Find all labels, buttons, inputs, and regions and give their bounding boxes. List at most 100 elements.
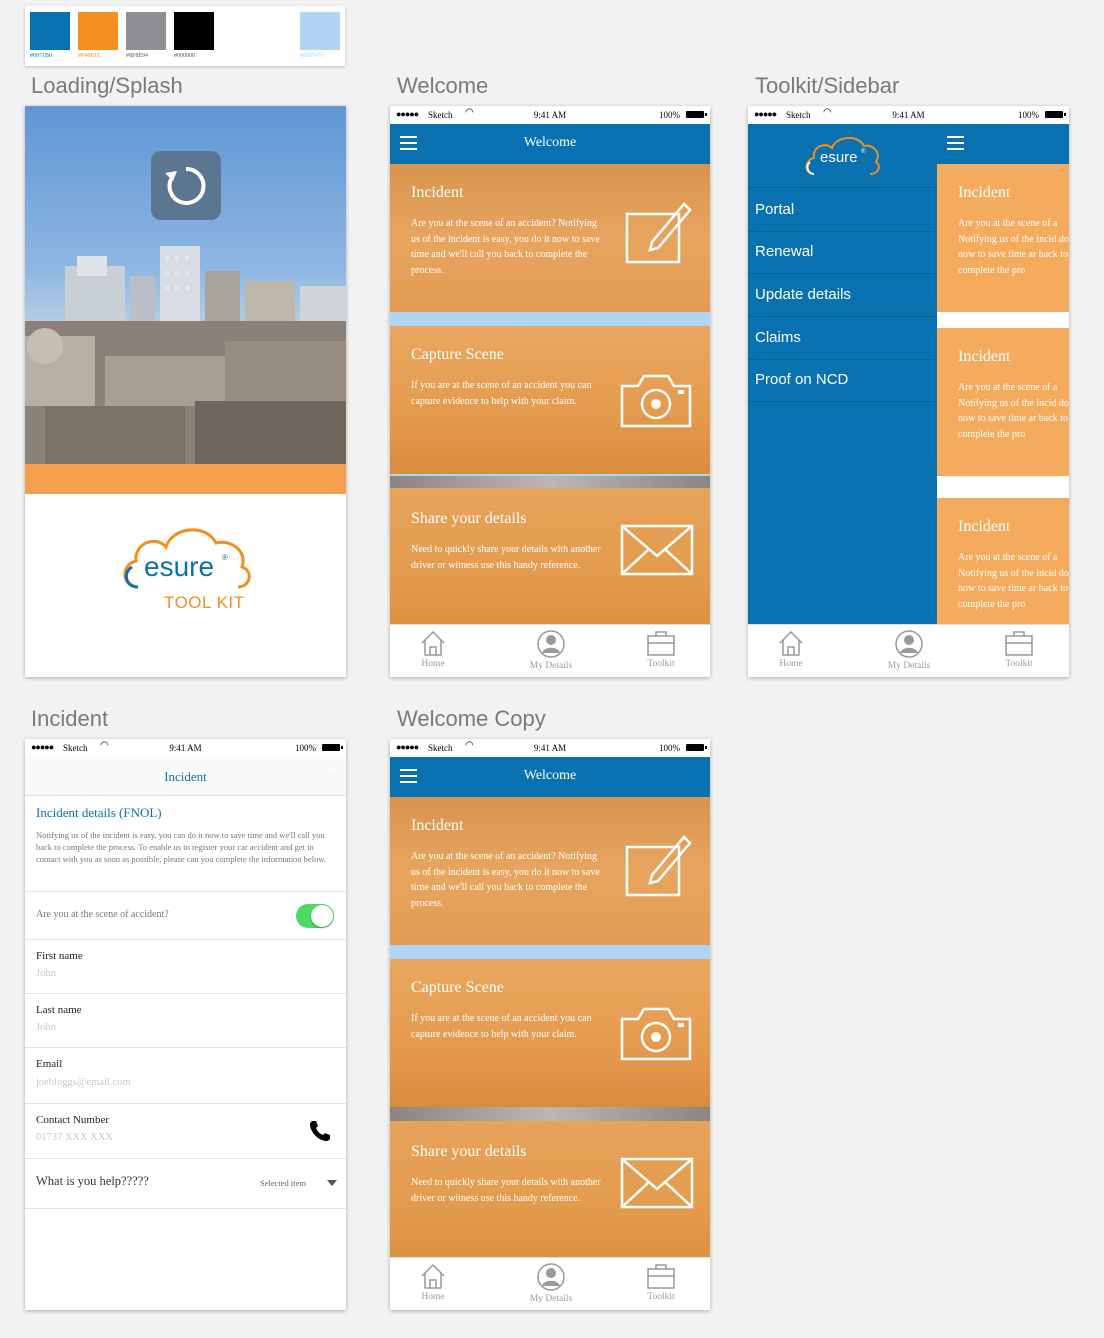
- peek-navbar: [937, 124, 1069, 164]
- swatch-label: #0971B0: [30, 53, 53, 59]
- status-bar: ●●●●● Sketch ◠ 9:41 AM 100%: [390, 106, 710, 124]
- toolkit-icon: [647, 1264, 675, 1289]
- camera-icon: [620, 1007, 692, 1061]
- done-button[interactable]: Done: [316, 769, 340, 781]
- user-icon: [537, 630, 565, 658]
- card-share-details[interactable]: Share your details Need to quickly share…: [390, 1121, 710, 1258]
- artboard-label-sidebar: Toolkit/Sidebar: [755, 73, 900, 98]
- swatch-label: #000000: [174, 53, 195, 59]
- status-bar: ●●●●● Sketch ◠ 9:41 AM 100%: [25, 739, 346, 757]
- sidebar-item-claims[interactable]: Claims: [748, 317, 936, 360]
- tab-label: Toolkit: [1005, 659, 1033, 669]
- peek-card[interactable]: Incident Are you at the scene of a Notif…: [937, 498, 1069, 625]
- tab-label: Toolkit: [647, 1292, 675, 1302]
- battery-text: 100%: [1018, 110, 1039, 120]
- tab-home[interactable]: Home: [393, 629, 473, 669]
- swatch-label: #B0D4F6: [300, 53, 324, 59]
- tab-my-details[interactable]: My Details: [511, 629, 591, 671]
- card-list: Incident Are you at the scene of an acci…: [390, 797, 710, 1258]
- card-title: Incident: [958, 184, 1011, 201]
- page-title: Incident: [164, 769, 207, 784]
- sidebar-logo-reg: ®: [861, 149, 866, 155]
- card-capture-scene[interactable]: Capture Scene If you are at the scene of…: [390, 326, 710, 474]
- sidebar-item-portal[interactable]: Portal: [748, 189, 936, 232]
- card-title: Incident: [411, 817, 464, 834]
- reload-button[interactable]: [151, 151, 221, 220]
- tab-my-details[interactable]: My Details: [511, 1262, 591, 1304]
- logo-reg: ®: [222, 553, 228, 562]
- field-label: Last name: [36, 1004, 82, 1016]
- welcome-copy-screen: ●●●●● Sketch ◠ 9:41 AM 100% Welcome Inci…: [390, 739, 710, 1310]
- card-body: Are you at the scene of an accident? Not…: [411, 218, 600, 276]
- page-title: Welcome: [523, 768, 577, 783]
- card-body: Are you at the scene of an accident? Not…: [411, 851, 600, 909]
- battery-text: 100%: [659, 110, 680, 120]
- status-bar: ●●●●● Sketch ◠ 9:41 AM 100%: [748, 106, 1069, 124]
- battery-icon: [1045, 111, 1066, 118]
- card-body: Need to quickly share your details with …: [411, 544, 601, 571]
- tab-label: Home: [421, 1292, 445, 1302]
- first-name-field[interactable]: First name John: [25, 939, 346, 994]
- swatch-grey: [126, 12, 166, 50]
- tab-home[interactable]: Home: [393, 1262, 473, 1302]
- peek-card[interactable]: Incident Are you at the scene of a Notif…: [937, 328, 1069, 476]
- card-body: Need to quickly share your details with …: [411, 1177, 601, 1204]
- swatch-black: [174, 12, 214, 50]
- field-placeholder: joebloggs@email.com: [36, 1077, 131, 1088]
- chevron-down-icon[interactable]: [327, 1180, 337, 1186]
- intro-text: Notifying us of the incident is easy, yo…: [36, 830, 327, 864]
- logo-text: esure: [144, 551, 215, 582]
- sidebar-item-update-details[interactable]: Update details: [748, 274, 936, 317]
- sidebar-header: esure ®: [748, 124, 937, 188]
- card-list: Incident Are you at the scene of an acci…: [390, 164, 710, 625]
- sidebar-item-renewal[interactable]: Renewal: [748, 231, 936, 274]
- tab-bar: Home My Details Toolkit: [390, 624, 710, 677]
- card-title: Capture Scene: [411, 346, 504, 363]
- tab-toolkit[interactable]: Toolkit: [979, 629, 1059, 669]
- sidebar-item-proof-on-ncd[interactable]: Proof on NCD: [748, 359, 936, 402]
- tab-label: Home: [779, 659, 803, 669]
- battery-icon: [686, 744, 707, 751]
- last-name-field[interactable]: Last name John: [25, 993, 346, 1048]
- tab-toolkit[interactable]: Toolkit: [621, 1262, 701, 1302]
- sidebar-item-label: Update details: [755, 286, 851, 303]
- card-divider: [390, 476, 710, 488]
- home-icon: [421, 1263, 445, 1289]
- contact-number-field[interactable]: Contact Number 01737 XXX XXX: [25, 1103, 346, 1159]
- select-value: Selected item: [260, 1178, 307, 1188]
- peek-card[interactable]: Incident Are you at the scene of a Notif…: [937, 164, 1069, 312]
- orange-band: [25, 464, 346, 494]
- incident-screen: ●●●●● Sketch ◠ 9:41 AM 100% Incident Don…: [25, 739, 346, 1310]
- tab-label: Home: [421, 659, 445, 669]
- artboard-label-welcome: Welcome: [397, 73, 489, 98]
- email-field[interactable]: Email joebloggs@email.com: [25, 1047, 346, 1104]
- tab-label: My Details: [887, 661, 931, 671]
- card-body: Are you at the scene of a Notifying us o…: [958, 382, 1069, 440]
- card-share-details[interactable]: Share your details Need to quickly share…: [390, 488, 710, 625]
- tab-toolkit[interactable]: Toolkit: [621, 629, 701, 669]
- card-incident[interactable]: Incident Are you at the scene of an acci…: [390, 164, 710, 312]
- swatch-label: #8F8E94: [126, 53, 149, 59]
- tab-home[interactable]: Home: [751, 629, 831, 669]
- sidebar-drawer: esure ® Portal Renewal Update details Cl…: [748, 124, 937, 625]
- tab-my-details[interactable]: My Details: [869, 629, 949, 671]
- card-title: Capture Scene: [411, 979, 504, 996]
- battery-icon: [322, 744, 343, 751]
- swatch-lightblue: [300, 12, 340, 50]
- logo-tagline: TOOL KIT: [164, 593, 245, 613]
- city-photo: [25, 106, 346, 464]
- card-title: Share your details: [411, 510, 527, 527]
- at-scene-toggle[interactable]: [296, 904, 334, 928]
- help-select-row[interactable]: What is you help????? Selected item: [25, 1158, 346, 1209]
- card-title: Incident: [958, 518, 1011, 535]
- phone-icon[interactable]: [308, 1119, 332, 1143]
- sidebar-item-label: Portal: [755, 201, 795, 218]
- nav-bar: Incident Done: [25, 757, 346, 796]
- user-icon: [895, 630, 923, 658]
- hamburger-menu-icon[interactable]: [947, 136, 964, 150]
- card-body: If you are at the scene of an accident y…: [411, 1013, 592, 1040]
- card-capture-scene[interactable]: Capture Scene If you are at the scene of…: [390, 959, 710, 1107]
- nav-bar: Welcome: [390, 124, 710, 164]
- home-icon: [421, 630, 445, 656]
- card-incident[interactable]: Incident Are you at the scene of an acci…: [390, 797, 710, 945]
